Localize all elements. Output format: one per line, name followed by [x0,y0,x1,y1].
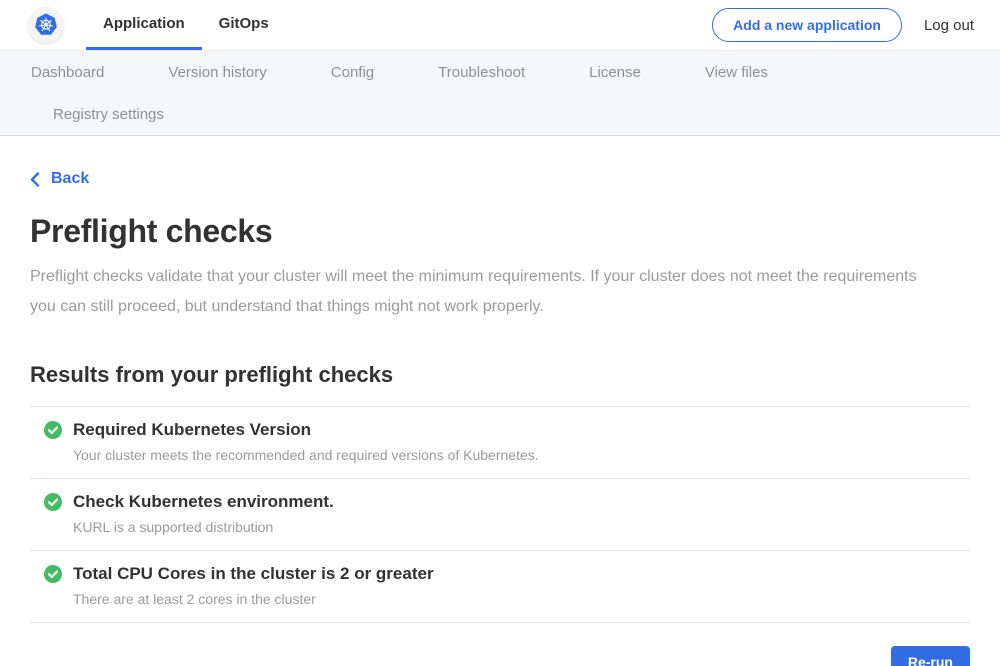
check-row-total-cpu-cores: Total CPU Cores in the cluster is 2 or g… [30,551,970,623]
tab-gitops-label: GitOps [219,15,269,32]
rerun-button[interactable]: Re-run [891,646,970,666]
check-title: Total CPU Cores in the cluster is 2 or g… [73,564,434,584]
subnav-row-1: Dashboard Version history Config Trouble… [31,51,1000,93]
logout-link[interactable]: Log out [924,17,974,34]
top-navbar: Application GitOps Add a new application… [0,0,1000,51]
tab-application[interactable]: Application [86,0,202,50]
check-success-icon [44,421,62,439]
kubernetes-logo-icon[interactable] [28,7,64,43]
back-link-label: Back [51,170,89,188]
kubernetes-helm-wheel-icon [33,12,59,38]
check-row-required-kubernetes-version: Required Kubernetes Version Your cluster… [30,407,970,479]
back-link[interactable]: Back [30,170,89,188]
page-description: Preflight checks validate that your clus… [30,262,942,322]
tab-application-label: Application [103,15,185,32]
check-description: There are at least 2 cores in the cluste… [73,591,970,607]
top-right-actions: Add a new application Log out [712,0,1000,50]
subnav-row-2: Registry settings [31,93,1000,135]
subnav-item-dashboard[interactable]: Dashboard [31,64,104,81]
subnav-item-view-files[interactable]: View files [705,64,768,81]
check-description: KURL is a supported distribution [73,519,970,535]
preflight-page: Back Preflight checks Preflight checks v… [0,136,1000,666]
add-application-button[interactable]: Add a new application [712,8,902,42]
subnav-item-license[interactable]: License [589,64,641,81]
results-title: Results from your preflight checks [30,362,970,388]
subnav-item-troubleshoot[interactable]: Troubleshoot [438,64,525,81]
preflight-results-list: Required Kubernetes Version Your cluster… [30,406,970,623]
check-title: Check Kubernetes environment. [73,492,334,512]
tab-gitops[interactable]: GitOps [202,0,286,50]
subnav-item-registry-settings[interactable]: Registry settings [53,106,164,123]
chevron-left-icon [30,172,40,187]
check-title: Required Kubernetes Version [73,420,311,440]
check-head: Check Kubernetes environment. [44,492,970,512]
top-tabs: Application GitOps [86,0,286,50]
check-row-kubernetes-environment: Check Kubernetes environment. KURL is a … [30,479,970,551]
check-success-icon [44,493,62,511]
check-success-icon [44,565,62,583]
check-head: Total CPU Cores in the cluster is 2 or g… [44,564,970,584]
subnav-item-config[interactable]: Config [331,64,374,81]
check-head: Required Kubernetes Version [44,420,970,440]
app-subnav: Dashboard Version history Config Trouble… [0,51,1000,136]
page-title: Preflight checks [30,213,970,250]
subnav-item-version-history[interactable]: Version history [168,64,266,81]
footer-actions: Re-run [30,646,970,666]
check-description: Your cluster meets the recommended and r… [73,447,970,463]
